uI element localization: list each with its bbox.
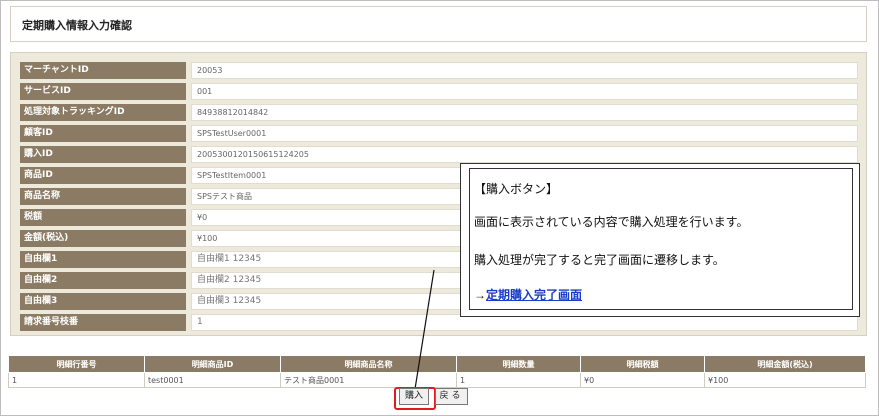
column-header: 明細行番号 [8,355,145,373]
purchase-button[interactable]: 購入 [399,388,429,405]
table-cell: test0001 [144,372,281,388]
info-label: 顧客ID [20,125,186,142]
back-button[interactable]: 戻る [435,388,468,405]
page-title: 定期購入情報入力確認 [22,19,132,32]
page-title-bar: 定期購入情報入力確認 [10,6,867,42]
table-cell: ¥0 [580,372,705,388]
detail-table-header: 明細行番号 明細商品ID 明細商品名称 明細数量 明細税額 明細金額(税込) [8,355,866,373]
callout-line-2: 購入処理が完了すると完了画面に遷移します。 [474,253,725,267]
column-header: 明細商品ID [144,355,281,373]
callout-heading: 【購入ボタン】 [474,182,559,196]
info-value: 20053001201506151242​05 [191,146,858,163]
column-header: 明細数量 [456,355,581,373]
info-label: 処理対象トラッキングID [20,104,186,121]
info-label: 請求番号枝番 [20,314,186,331]
column-header: 明細税額 [580,355,705,373]
info-label: 自由欄1 [20,251,186,268]
info-label: 自由欄3 [20,293,186,310]
purchase-button-callout: 【購入ボタン】 画面に表示されている内容で購入処理を行います。 購入処理が完了す… [460,163,860,317]
info-label: 商品ID [20,167,186,184]
callout-line-1: 画面に表示されている内容で購入処理を行います。 [474,215,749,229]
table-row: 1 test0001 テスト商品0001 1 ¥0 ¥100 [8,372,866,388]
info-label: サービスID [20,83,186,100]
info-label: 購入ID [20,146,186,163]
info-label: 金額(税込) [20,230,186,247]
info-value: 84938812014842 [191,104,858,121]
table-cell: 1 [456,372,581,388]
table-cell: 1 [8,372,145,388]
detail-table: 明細行番号 明細商品ID 明細商品名称 明細数量 明細税額 明細金額(税込) 1… [8,355,866,388]
info-value: 001 [191,83,858,100]
info-label: 税額 [20,209,186,226]
callout-link-line: →定期購入完了画面 [474,286,582,303]
info-label: マーチャントID [20,62,186,79]
info-label: 自由欄2 [20,272,186,289]
column-header: 明細金額(税込) [704,355,866,373]
table-cell: テスト商品0001 [280,372,457,388]
info-value: SPSTestUser0001 [191,125,858,142]
arrow-icon: → [474,288,486,302]
table-cell: ¥100 [704,372,866,388]
completion-screen-link[interactable]: 定期購入完了画面 [486,288,582,302]
column-header: 明細商品名称 [280,355,457,373]
info-label: 商品名称 [20,188,186,205]
info-value: 20053 [191,62,858,79]
